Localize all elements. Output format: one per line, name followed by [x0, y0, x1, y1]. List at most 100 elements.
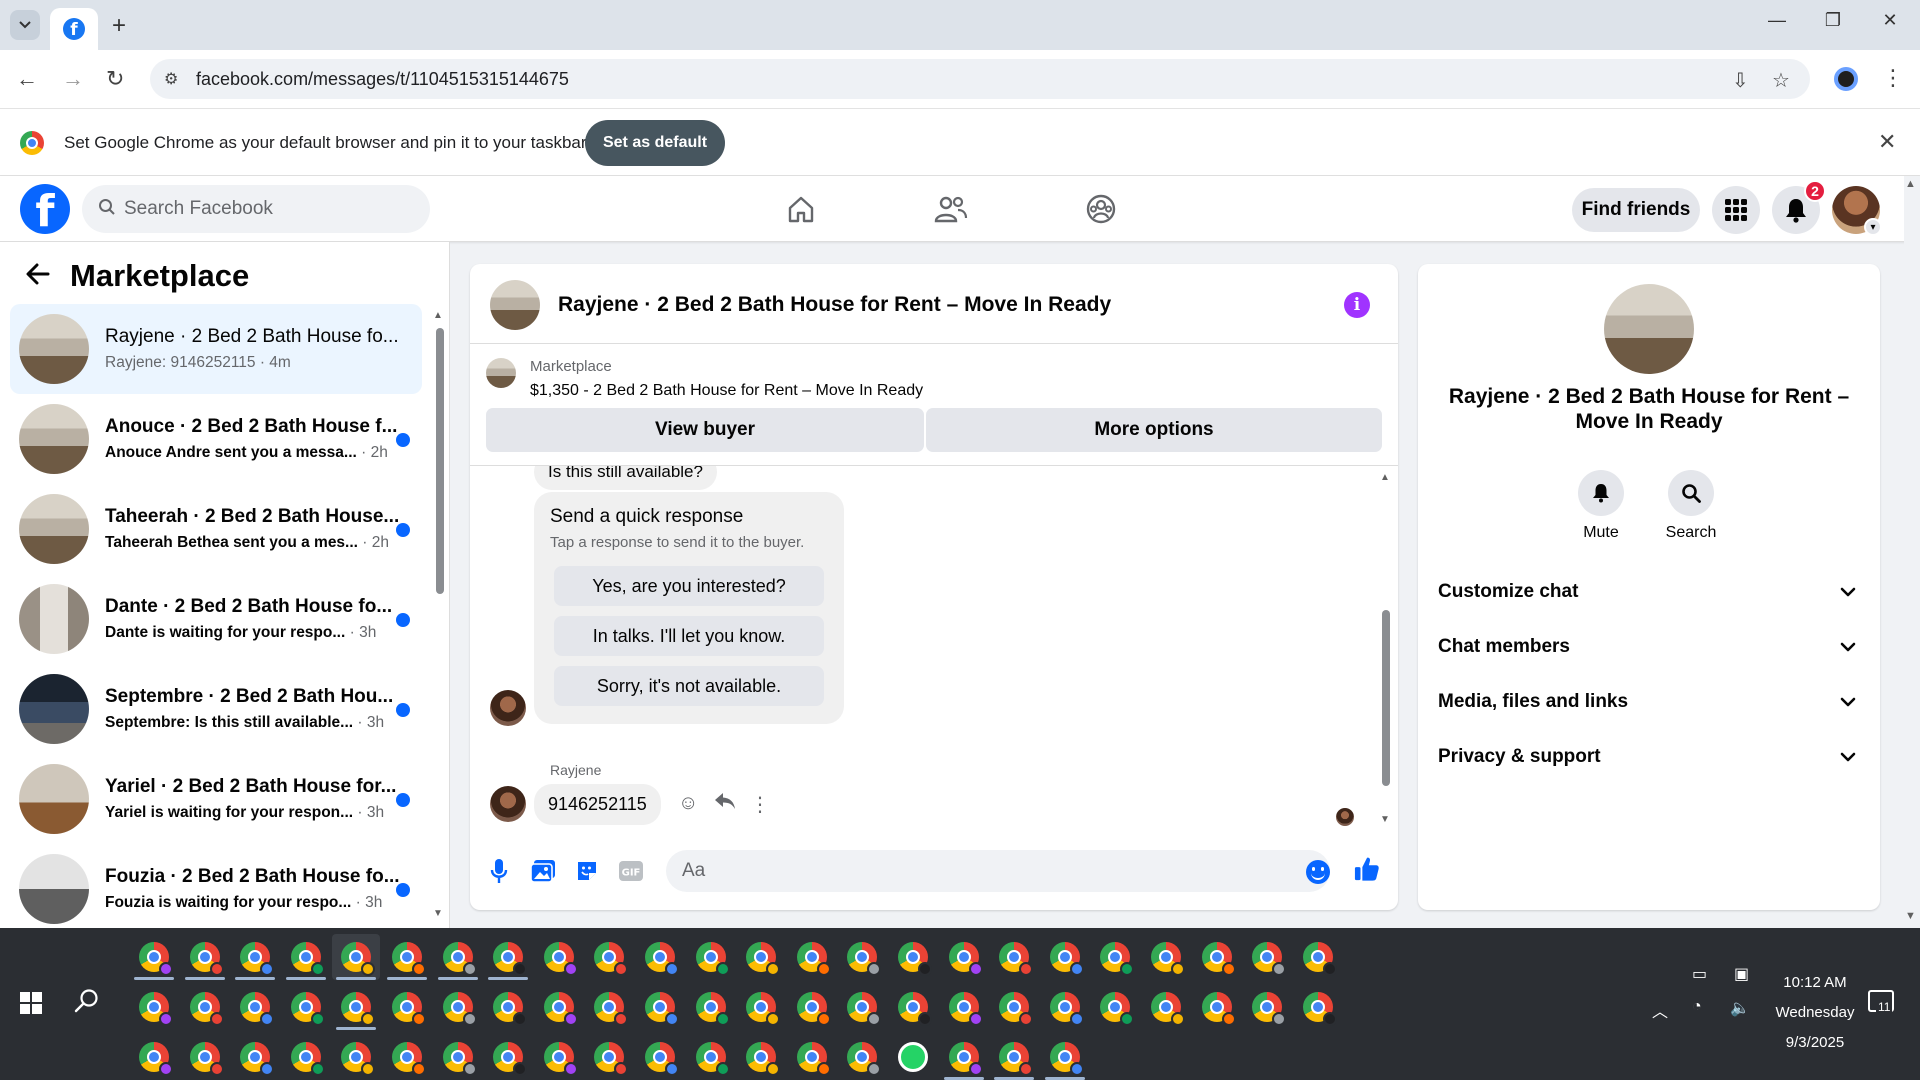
- forward-button[interactable]: →: [62, 66, 84, 92]
- chrome-taskbar-icon[interactable]: [434, 1034, 482, 1080]
- chrome-taskbar-icon[interactable]: [231, 934, 279, 980]
- set-as-default-button[interactable]: Set as default: [585, 120, 725, 166]
- install-app-icon[interactable]: ⇩: [1732, 68, 1749, 93]
- address-url[interactable]: facebook.com/messages/t/1104515315144675: [196, 69, 569, 90]
- chrome-taskbar-icon[interactable]: [130, 934, 178, 980]
- more-options-button[interactable]: More options: [926, 408, 1382, 452]
- volume-icon[interactable]: 🔈: [1730, 998, 1750, 1018]
- chrome-taskbar-icon[interactable]: [282, 934, 330, 980]
- facebook-logo-icon[interactable]: f: [20, 184, 70, 234]
- view-buyer-button[interactable]: View buyer: [486, 408, 924, 452]
- chrome-taskbar-icon[interactable]: [332, 984, 380, 1030]
- chrome-taskbar-icon[interactable]: [788, 1034, 836, 1080]
- chrome-taskbar-icon[interactable]: [636, 934, 684, 980]
- message-bubble[interactable]: Is this still available?: [534, 466, 717, 490]
- whatsapp-taskbar-icon[interactable]: [889, 1034, 937, 1080]
- scroll-up-arrow-icon[interactable]: ▲: [1380, 472, 1390, 483]
- groups-nav-icon[interactable]: [1076, 188, 1126, 230]
- chrome-taskbar-icon[interactable]: [1142, 934, 1190, 980]
- message-input[interactable]: [682, 850, 1282, 892]
- message-input-wrapper[interactable]: [666, 850, 1330, 892]
- sender-avatar[interactable]: [490, 690, 526, 726]
- chrome-taskbar-icon[interactable]: [687, 1034, 735, 1080]
- more-actions-icon[interactable]: ⋮: [750, 792, 770, 817]
- chrome-taskbar-icon[interactable]: [130, 1034, 178, 1080]
- chrome-taskbar-icon[interactable]: [585, 934, 633, 980]
- site-info-icon[interactable]: ⚙: [164, 69, 178, 89]
- thread-scrollbar[interactable]: [1382, 610, 1390, 786]
- sidebar-scrollbar[interactable]: [436, 328, 444, 594]
- photo-attach-icon[interactable]: [530, 858, 556, 884]
- search-in-chat-button[interactable]: [1668, 470, 1714, 516]
- chrome-taskbar-icon[interactable]: [231, 984, 279, 1030]
- chrome-taskbar-icon[interactable]: [434, 934, 482, 980]
- info-section-privacy-support[interactable]: Privacy & support: [1418, 733, 1880, 783]
- chrome-taskbar-icon[interactable]: [636, 1034, 684, 1080]
- chrome-taskbar-icon[interactable]: [889, 984, 937, 1030]
- chat-title[interactable]: Rayjene · 2 Bed 2 Bath House for Rent – …: [558, 293, 1111, 317]
- info-section-media-files-links[interactable]: Media, files and links: [1418, 678, 1880, 728]
- scroll-down-arrow-icon[interactable]: ▼: [1905, 910, 1916, 922]
- chrome-taskbar-icon[interactable]: [181, 934, 229, 980]
- chrome-taskbar-icon[interactable]: [1193, 934, 1241, 980]
- sticker-icon[interactable]: [574, 858, 600, 884]
- reply-arrow-icon[interactable]: [714, 792, 736, 816]
- close-window-button[interactable]: ✕: [1870, 10, 1910, 31]
- scroll-down-arrow-icon[interactable]: ▼: [1380, 814, 1390, 825]
- conversation-item[interactable]: Fouzia · 2 Bed 2 Bath House fo... Fouzia…: [10, 844, 422, 934]
- battery-icon[interactable]: ▭: [1692, 964, 1707, 984]
- chrome-taskbar-icon[interactable]: [788, 934, 836, 980]
- facebook-search[interactable]: [82, 185, 430, 233]
- chrome-taskbar-icon[interactable]: [687, 984, 735, 1030]
- microphone-icon[interactable]: [486, 858, 512, 884]
- scroll-up-arrow-icon[interactable]: ▲: [433, 310, 443, 321]
- reload-button[interactable]: ↻: [106, 66, 124, 92]
- chrome-taskbar-icon[interactable]: [484, 934, 532, 980]
- chrome-taskbar-icon[interactable]: [1243, 984, 1291, 1030]
- chrome-menu-icon[interactable]: ⋮: [1882, 65, 1904, 91]
- chrome-taskbar-icon[interactable]: [585, 1034, 633, 1080]
- chrome-taskbar-icon[interactable]: [1041, 934, 1089, 980]
- friends-nav-icon[interactable]: [926, 188, 976, 230]
- taskbar-clock[interactable]: 10:12 AM Wednesday 9/3/2025: [1760, 968, 1870, 1058]
- restore-button[interactable]: ❐: [1813, 10, 1853, 31]
- chrome-taskbar-icon[interactable]: [737, 934, 785, 980]
- chrome-taskbar-icon[interactable]: [940, 984, 988, 1030]
- info-section-chat-members[interactable]: Chat members: [1418, 623, 1880, 673]
- chrome-taskbar-icon[interactable]: [1243, 934, 1291, 980]
- info-listing-avatar[interactable]: [1604, 284, 1694, 374]
- chrome-taskbar-icon[interactable]: [990, 984, 1038, 1030]
- bookmark-star-icon[interactable]: ☆: [1772, 68, 1790, 93]
- chrome-taskbar-icon[interactable]: [585, 984, 633, 1030]
- quick-response-button[interactable]: In talks. I'll let you know.: [554, 616, 824, 656]
- chrome-taskbar-icon[interactable]: [484, 1034, 532, 1080]
- scroll-up-arrow-icon[interactable]: ▲: [1905, 178, 1916, 190]
- home-nav-icon[interactable]: [776, 188, 826, 230]
- chrome-taskbar-icon[interactable]: [1294, 934, 1342, 980]
- chrome-taskbar-icon[interactable]: [484, 984, 532, 1030]
- back-arrow-icon[interactable]: [26, 259, 50, 293]
- conversation-item[interactable]: Dante · 2 Bed 2 Bath House fo... Dante i…: [10, 574, 422, 664]
- conversation-item[interactable]: Septembre · 2 Bed 2 Bath Hou... Septembr…: [10, 664, 422, 754]
- chrome-taskbar-icon[interactable]: [990, 1034, 1038, 1080]
- chrome-taskbar-icon[interactable]: [1142, 984, 1190, 1030]
- chrome-taskbar-icon[interactable]: [282, 984, 330, 1030]
- conversation-item[interactable]: Anouce · 2 Bed 2 Bath House f... Anouce …: [10, 394, 422, 484]
- chrome-profile-avatar[interactable]: [1834, 67, 1858, 91]
- conversation-item[interactable]: Rayjene · 2 Bed 2 Bath House fo... Rayje…: [10, 304, 422, 394]
- chrome-taskbar-icon[interactable]: [332, 934, 381, 980]
- chat-listing-avatar[interactable]: [490, 280, 540, 330]
- chrome-taskbar-icon[interactable]: [1091, 984, 1139, 1030]
- chrome-taskbar-icon[interactable]: [434, 984, 482, 1030]
- show-hidden-icons-chevron-up-icon[interactable]: ︿: [1652, 998, 1668, 1022]
- search-action[interactable]: Search: [1651, 470, 1731, 542]
- info-section-customize-chat[interactable]: Customize chat: [1418, 568, 1880, 618]
- chrome-taskbar-icon[interactable]: [838, 934, 886, 980]
- emoji-icon[interactable]: [1306, 860, 1330, 884]
- chrome-taskbar-icon[interactable]: [737, 984, 785, 1030]
- chrome-taskbar-icon[interactable]: [889, 934, 937, 980]
- tab-search-button[interactable]: [10, 10, 40, 40]
- chrome-taskbar-icon[interactable]: [332, 1034, 380, 1080]
- info-icon[interactable]: i: [1344, 292, 1370, 318]
- find-friends-button[interactable]: Find friends: [1572, 188, 1700, 232]
